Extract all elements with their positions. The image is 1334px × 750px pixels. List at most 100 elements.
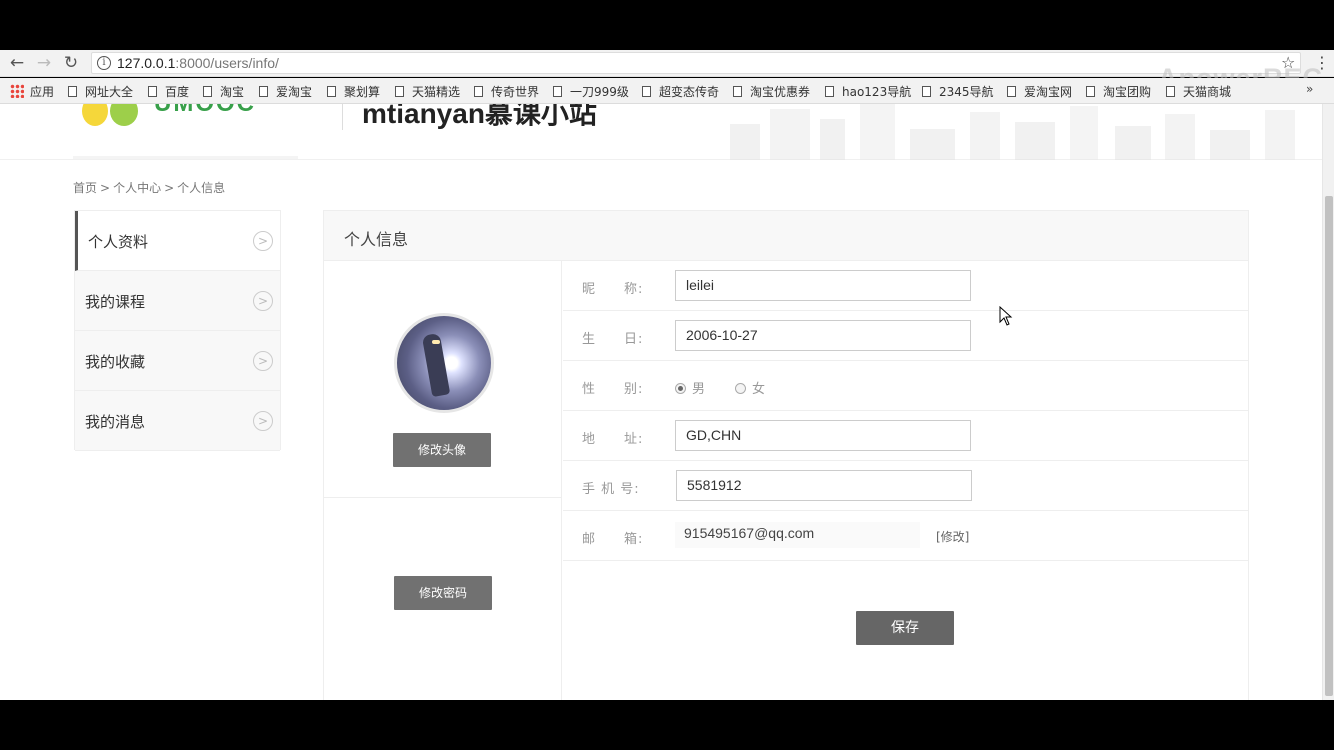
- avatar: [394, 313, 494, 413]
- panel-title: 个人信息: [344, 230, 409, 249]
- page-icon: [1166, 86, 1175, 97]
- change-avatar-button[interactable]: 修改头像: [393, 433, 491, 467]
- radio-unchecked-icon: [735, 383, 746, 394]
- nickname-label: 昵 称:: [582, 282, 644, 297]
- panel-header: 个人信息: [324, 211, 1248, 261]
- page-icon: [148, 86, 157, 97]
- browser-toolbar: ← → ↻ i 127.0.0.1:8000/users/info/ ☆ ⋮: [0, 50, 1334, 77]
- form-row-nickname: 昵 称: leilei: [563, 261, 1248, 311]
- page-icon: [259, 86, 268, 97]
- info-icon[interactable]: i: [97, 56, 111, 70]
- forward-icon[interactable]: →: [34, 53, 54, 73]
- page-icon: [68, 86, 77, 97]
- sidebar-item-messages[interactable]: 我的消息 >: [75, 391, 280, 451]
- address-label: 地 址:: [582, 432, 644, 447]
- breadcrumb-separator: >: [100, 181, 111, 195]
- gender-female-radio[interactable]: 女: [735, 378, 765, 397]
- skyline-decoration: [730, 104, 1295, 160]
- sidebar-item-label: 我的消息: [85, 413, 146, 431]
- form-row-mobile: 手 机 号: 5581912: [563, 461, 1248, 511]
- bookmark-item[interactable]: 淘宝优惠券: [733, 83, 810, 100]
- mobile-input[interactable]: 5581912: [676, 470, 972, 501]
- bookmark-item[interactable]: 传奇世界: [474, 83, 539, 100]
- form-row-address: 地 址: GD,CHN: [563, 411, 1248, 461]
- logo-text[interactable]: UMOOC: [154, 104, 256, 118]
- sidebar-item-favorites[interactable]: 我的收藏 >: [75, 331, 280, 391]
- page-icon: [1086, 86, 1095, 97]
- bookmark-item[interactable]: 一刀999级: [553, 83, 629, 100]
- sidebar-item-courses[interactable]: 我的课程 >: [75, 271, 280, 331]
- radio-checked-icon: [675, 383, 686, 394]
- url-text: 127.0.0.1:8000/users/info/: [117, 55, 279, 71]
- breadcrumb: 首页 > 个人中心 > 个人信息: [73, 179, 225, 196]
- chevron-right-icon: >: [253, 411, 273, 431]
- breadcrumb-separator: >: [164, 181, 175, 195]
- bookmark-item[interactable]: 天猫商城: [1166, 83, 1231, 100]
- nickname-input[interactable]: leilei: [675, 270, 971, 301]
- bookmark-apps[interactable]: 应用: [30, 83, 54, 100]
- email-value: 915495167@qq.com: [675, 522, 920, 548]
- bookmarks-overflow-icon[interactable]: »: [1306, 82, 1313, 96]
- scrollbar-thumb[interactable]: [1325, 196, 1333, 696]
- breadcrumb-home[interactable]: 首页: [73, 181, 97, 195]
- page-icon: [395, 86, 404, 97]
- bookmark-item[interactable]: 2345导航: [922, 83, 994, 100]
- edit-email-link[interactable]: [修改]: [936, 528, 969, 545]
- avatar-column: 修改头像 修改密码: [324, 261, 562, 700]
- avatar-highlight: [432, 340, 440, 344]
- gender-male-radio[interactable]: 男: [675, 378, 705, 397]
- bookmark-item[interactable]: 超变态传奇: [642, 83, 719, 100]
- form-actions: 保存: [563, 561, 1248, 681]
- bookmark-item[interactable]: 百度: [148, 83, 189, 100]
- apps-grid-icon[interactable]: [10, 84, 24, 98]
- page-icon: [203, 86, 212, 97]
- bookmark-item[interactable]: 天猫精选: [395, 83, 460, 100]
- bookmarks-bar: 应用 网址大全 百度 淘宝 爱淘宝 聚划算 天猫精选 传奇世界 一刀999级 超…: [0, 78, 1334, 104]
- page-icon: [474, 86, 483, 97]
- address-input[interactable]: GD,CHN: [675, 420, 971, 451]
- chevron-right-icon: >: [253, 231, 273, 251]
- email-label: 邮 箱:: [582, 532, 644, 547]
- mouse-cursor-icon: [999, 306, 1013, 326]
- logo-mark-yellow: [82, 104, 108, 126]
- user-sidebar: 个人资料 > 我的课程 > 我的收藏 > 我的消息 >: [74, 210, 281, 451]
- site-name: mtianyan慕课小站: [362, 104, 597, 129]
- bookmark-item[interactable]: 淘宝: [203, 83, 244, 100]
- page-icon: [922, 86, 931, 97]
- reload-icon[interactable]: ↻: [61, 53, 81, 73]
- bookmark-item[interactable]: 淘宝团购: [1086, 83, 1151, 100]
- form-row-email: 邮 箱: 915495167@qq.com [修改]: [563, 511, 1248, 561]
- bookmark-item[interactable]: 聚划算: [327, 83, 380, 100]
- breadcrumb-current: 个人信息: [177, 181, 226, 195]
- gender-female-label: 女: [752, 382, 766, 397]
- chevron-right-icon: >: [253, 351, 273, 371]
- change-password-button[interactable]: 修改密码: [394, 576, 492, 610]
- birthday-input[interactable]: 2006-10-27: [675, 320, 971, 351]
- bookmark-item[interactable]: 爱淘宝网: [1007, 83, 1072, 100]
- gender-male-label: 男: [692, 382, 706, 397]
- sidebar-item-profile[interactable]: 个人资料 >: [75, 211, 280, 271]
- form-row-birthday: 生 日: 2006-10-27: [563, 311, 1248, 361]
- page-icon: [733, 86, 742, 97]
- video-letterbox-bottom: [0, 700, 1334, 750]
- form-row-gender: 性 别: 男 女: [563, 361, 1248, 411]
- address-bar[interactable]: i 127.0.0.1:8000/users/info/: [91, 52, 1301, 74]
- column-divider: [324, 497, 562, 498]
- sidebar-item-label: 个人资料: [88, 233, 149, 251]
- page-scrollbar[interactable]: [1322, 104, 1334, 700]
- logo-mark-green: [110, 104, 138, 126]
- mobile-label: 手 机 号:: [582, 482, 640, 497]
- save-button[interactable]: 保存: [856, 611, 954, 645]
- header-underline: [73, 156, 298, 159]
- header-divider: [342, 104, 343, 130]
- back-icon[interactable]: ←: [7, 53, 27, 73]
- bookmark-item[interactable]: 网址大全: [68, 83, 133, 100]
- personal-info-panel: 个人信息 修改头像 修改密码 昵 称: leilei 生 日: 2006-10-…: [323, 210, 1249, 700]
- bookmark-item[interactable]: 爱淘宝: [259, 83, 312, 100]
- web-page: UMOOC mtianyan慕课小站 首页>个人中心>个人信息 个人资料 >: [0, 104, 1334, 700]
- page-icon: [642, 86, 651, 97]
- breadcrumb-user-center[interactable]: 个人中心: [113, 181, 161, 195]
- birthday-label: 生 日:: [582, 332, 644, 347]
- bookmark-item[interactable]: hao123导航: [825, 83, 911, 100]
- page-icon: [1007, 86, 1016, 97]
